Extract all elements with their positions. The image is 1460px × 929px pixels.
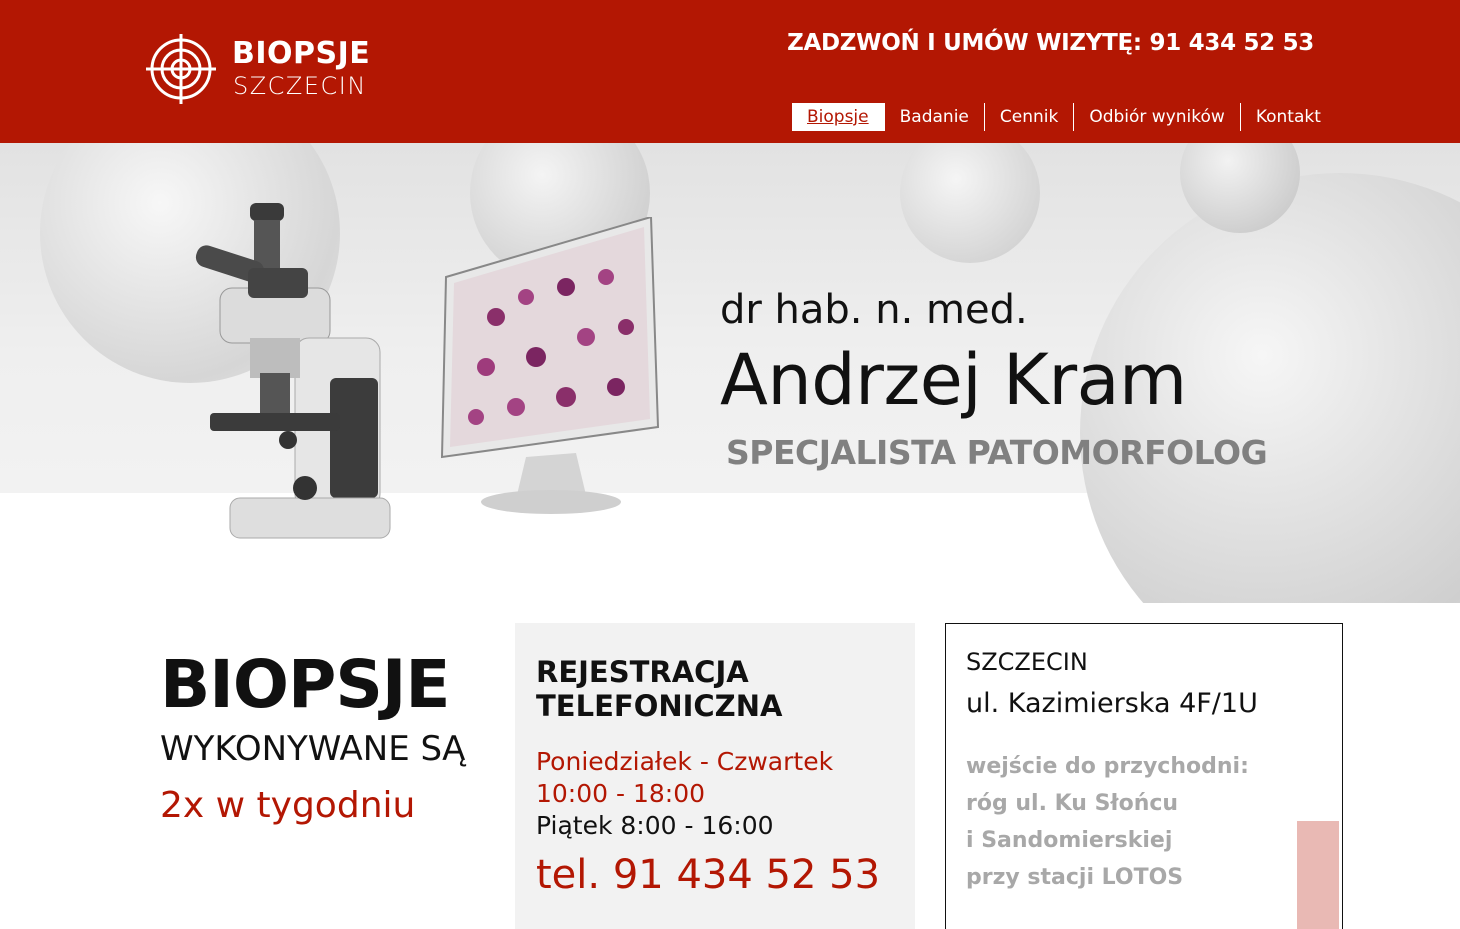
logo[interactable]: BIOPSJE SZCZECIN: [146, 34, 376, 106]
nav-item-badanie[interactable]: Badanie: [883, 103, 984, 131]
doctor-title: dr hab. n. med.: [720, 287, 1028, 333]
registration-days: Poniedziałek - Czwartek: [536, 747, 834, 776]
logo-title: BIOPSJE: [232, 36, 371, 71]
nav-item-biopsje[interactable]: Biopsje: [792, 103, 884, 131]
doctor-specialty: SPECJALISTA PATOMORFOLOG: [726, 433, 1268, 472]
monitor-illustration: [440, 217, 660, 514]
main-nav: Biopsje Badanie Cennik Odbiór wyników Ko…: [792, 103, 1336, 131]
address-note-line: przy stacji LOTOS: [966, 865, 1184, 890]
address-note-line: wejście do przychodni:: [966, 754, 1249, 779]
site-header: BIOPSJE SZCZECIN ZADZWOŃ I UMÓW WIZYTĘ: …: [0, 0, 1460, 143]
address-city: SZCZECIN: [966, 648, 1088, 676]
biopsy-info: BIOPSJE WYKONYWANE SĄ 2x w tygodniu: [160, 645, 500, 827]
header-phone-cta[interactable]: ZADZWOŃ I UMÓW WIZYTĘ: 91 434 52 53: [787, 30, 1314, 56]
nav-item-cennik[interactable]: Cennik: [983, 103, 1073, 131]
address-panel: SZCZECIN ul. Kazimierska 4F/1U wejście d…: [945, 623, 1343, 929]
logo-subtitle: SZCZECIN: [233, 72, 367, 100]
address-note-line: i Sandomierskiej: [966, 828, 1173, 853]
registration-title: REJESTRACJA TELEFONICZNA: [536, 655, 783, 723]
biopsy-heading: BIOPSJE: [160, 646, 451, 723]
biopsy-subheading: WYKONYWANE SĄ: [160, 729, 466, 769]
registration-friday: Piątek 8:00 - 16:00: [536, 811, 774, 840]
hero-banner: dr hab. n. med. Andrzej Kram SPECJALISTA…: [0, 143, 1460, 603]
scroll-accent-bar: [1297, 821, 1339, 929]
crosshair-target-icon: [146, 34, 216, 104]
registration-hours: 10:00 - 18:00: [536, 779, 706, 808]
registration-phone-link[interactable]: tel. 91 434 52 53: [536, 851, 880, 899]
doctor-name: Andrzej Kram: [720, 339, 1187, 421]
biopsy-frequency: 2x w tygodniu: [160, 785, 416, 826]
address-street: ul. Kazimierska 4F/1U: [966, 688, 1258, 719]
address-note-line: róg ul. Ku Słońcu: [966, 791, 1179, 816]
nav-item-kontakt[interactable]: Kontakt: [1239, 103, 1336, 131]
background-cell: [900, 143, 1040, 263]
microscope-illustration: [195, 203, 391, 539]
registration-panel: REJESTRACJA TELEFONICZNA Poniedziałek - …: [515, 623, 915, 929]
address-directions: wejście do przychodni: róg ul. Ku Słońcu…: [966, 748, 1249, 896]
nav-item-odbior-wynikow[interactable]: Odbiór wyników: [1073, 103, 1240, 131]
